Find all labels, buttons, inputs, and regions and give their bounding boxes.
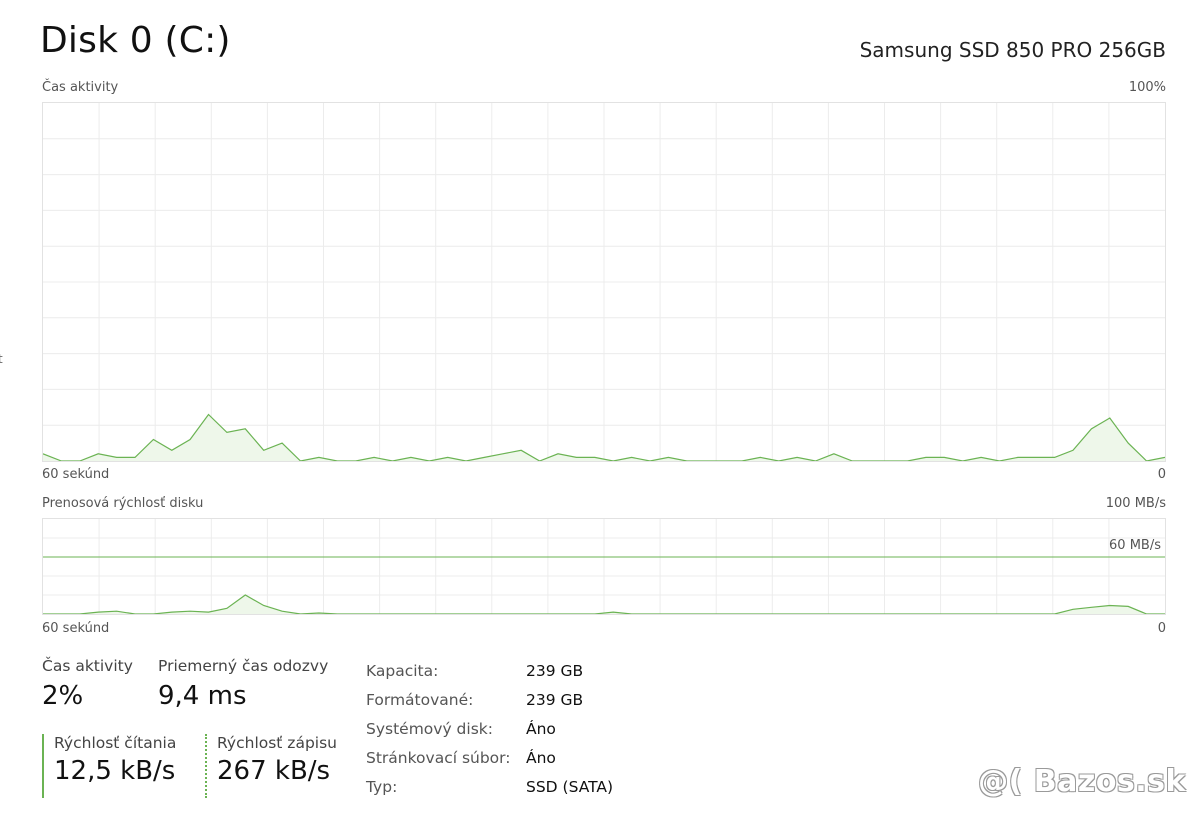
stat-read-value: 12,5 kB/s bbox=[54, 756, 176, 786]
side-mark: t bbox=[0, 352, 3, 366]
chart-grid bbox=[43, 103, 1165, 461]
chart-grid bbox=[43, 519, 1165, 614]
stat-response-value: 9,4 ms bbox=[158, 681, 247, 711]
disk-properties: Kapacita: 239 GB Formátované: 239 GB Sys… bbox=[366, 656, 613, 801]
activity-chart-min-label: 0 bbox=[1157, 467, 1166, 482]
transfer-chart-ref-label: 60 MB/s bbox=[1109, 538, 1161, 553]
property-row: Kapacita: 239 GB bbox=[366, 656, 613, 685]
property-value: Áno bbox=[526, 719, 556, 738]
transfer-chart: 60 MB/s bbox=[42, 518, 1166, 615]
disk-model: Samsung SSD 850 PRO 256GB bbox=[859, 38, 1166, 62]
stat-write-value: 267 kB/s bbox=[217, 756, 331, 786]
stat-response-label: Priemerný čas odozvy bbox=[158, 657, 329, 675]
stat-read-label: Rýchlosť čítania bbox=[54, 734, 177, 752]
disk-title: Disk 0 (C:) bbox=[40, 20, 231, 61]
transfer-chart-max-label: 100 MB/s bbox=[1105, 496, 1166, 511]
transfer-chart-svg bbox=[43, 519, 1165, 614]
property-value: 239 GB bbox=[526, 661, 584, 680]
property-key: Stránkovací súbor: bbox=[366, 748, 511, 767]
property-value: 239 GB bbox=[526, 690, 584, 709]
activity-chart-svg bbox=[43, 103, 1165, 461]
property-row: Stránkovací súbor: Áno bbox=[366, 743, 613, 772]
activity-chart-time-label: 60 sekúnd bbox=[42, 467, 110, 482]
property-key: Systémový disk: bbox=[366, 719, 493, 738]
transfer-chart-label: Prenosová rýchlosť disku bbox=[42, 496, 204, 511]
property-row: Formátované: 239 GB bbox=[366, 685, 613, 714]
stat-write: Rýchlosť zápisu 267 kB/s bbox=[205, 734, 337, 798]
activity-chart-max-label: 100% bbox=[1128, 80, 1166, 95]
stat-read: Rýchlosť čítania 12,5 kB/s bbox=[42, 734, 176, 798]
property-row: Typ: SSD (SATA) bbox=[366, 772, 613, 801]
property-key: Typ: bbox=[366, 777, 398, 796]
stat-write-label: Rýchlosť zápisu bbox=[217, 734, 337, 752]
watermark-logo: @( Bazos.sk bbox=[978, 764, 1186, 799]
property-value: SSD (SATA) bbox=[526, 777, 614, 796]
stat-activity-value: 2% bbox=[42, 681, 84, 711]
transfer-chart-min-label: 0 bbox=[1157, 621, 1166, 636]
stat-activity: Čas aktivity 2% bbox=[42, 657, 133, 711]
stat-response: Priemerný čas odozvy 9,4 ms bbox=[158, 657, 328, 711]
activity-chart bbox=[42, 102, 1166, 462]
property-value: Áno bbox=[526, 748, 556, 767]
property-key: Kapacita: bbox=[366, 661, 439, 680]
transfer-chart-time-label: 60 sekúnd bbox=[42, 621, 110, 636]
activity-chart-label: Čas aktivity bbox=[42, 80, 119, 95]
stat-activity-label: Čas aktivity bbox=[42, 657, 133, 675]
property-row: Systémový disk: Áno bbox=[366, 714, 613, 743]
property-key: Formátované: bbox=[366, 690, 474, 709]
